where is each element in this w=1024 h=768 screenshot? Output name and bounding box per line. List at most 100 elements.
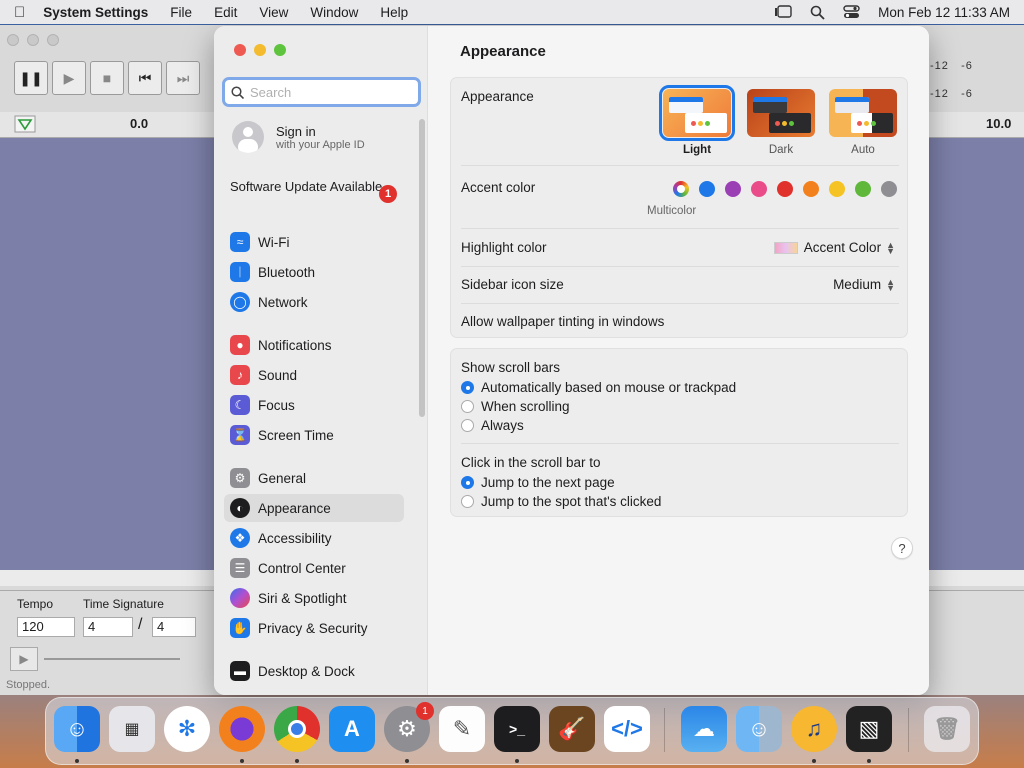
app-store-icon[interactable]: A xyxy=(329,706,375,752)
accent-green-swatch[interactable] xyxy=(855,181,871,197)
menu-app-name[interactable]: System Settings xyxy=(43,5,148,20)
accent-purple-swatch[interactable] xyxy=(725,181,741,197)
globe-icon: ◯ xyxy=(230,292,250,312)
radio-jump-to-spot[interactable]: Jump to the spot that's clicked xyxy=(461,494,661,509)
wifi-icon: ≈ xyxy=(230,232,250,252)
theme-dark-thumbnail[interactable] xyxy=(747,89,815,137)
hand-icon: ✋ xyxy=(230,618,250,638)
radio-scroll-always[interactable]: Always xyxy=(461,418,524,433)
piano-icon[interactable]: ▧ xyxy=(846,706,892,752)
sidebar-item-appearance[interactable]: ◐ Appearance xyxy=(224,494,404,522)
radio-jump-next-page[interactable]: Jump to the next page xyxy=(461,475,615,490)
running-indicator xyxy=(812,759,816,763)
radio-scroll-when-scrolling[interactable]: When scrolling xyxy=(461,399,570,414)
time-sig-numerator[interactable]: 4 xyxy=(83,617,133,637)
search-icon xyxy=(231,85,244,99)
firefox-icon[interactable] xyxy=(219,706,265,752)
appearance-panel: Appearance Light Dark Auto Accent color xyxy=(450,77,908,338)
time-sig-denominator[interactable]: 4 xyxy=(152,617,196,637)
weather-icon[interactable]: ☁ xyxy=(681,706,727,752)
accent-graphite-swatch[interactable] xyxy=(881,181,897,197)
icon-size-popup[interactable]: Medium ▲ ▼ xyxy=(833,277,895,292)
garageband-icon[interactable]: 🎸 xyxy=(549,706,595,752)
sidebar-item-accessibility[interactable]: ❖ Accessibility xyxy=(224,524,404,552)
search-box[interactable] xyxy=(222,77,421,107)
minimize-button[interactable] xyxy=(254,44,266,56)
sidebar-item-siri-spotlight[interactable]: Siri & Spotlight xyxy=(224,584,404,612)
sidebar-item-sound[interactable]: ♪ Sound xyxy=(224,361,404,389)
sidebar-scrollbar[interactable] xyxy=(419,119,425,417)
textedit-icon[interactable]: ✎ xyxy=(439,706,485,752)
safari-icon[interactable]: ✻ xyxy=(164,706,210,752)
divider xyxy=(461,266,899,267)
time-signature-label: Time Signature xyxy=(83,597,164,611)
apple-menu-icon[interactable]:  xyxy=(14,4,25,21)
vscode-icon[interactable]: </> xyxy=(604,706,650,752)
bg-zoom-button[interactable] xyxy=(47,34,59,46)
apple-id-signin[interactable]: Sign in with your Apple ID xyxy=(232,121,365,153)
close-button[interactable] xyxy=(234,44,246,56)
theme-light-thumbnail[interactable] xyxy=(659,85,735,141)
menu-view[interactable]: View xyxy=(259,5,288,20)
zoom-button[interactable] xyxy=(274,44,286,56)
play-button[interactable]: ▶ xyxy=(52,61,86,95)
theme-auto-thumbnail[interactable] xyxy=(829,89,897,137)
speed-slider[interactable] xyxy=(44,658,180,660)
radio-scroll-automatic[interactable]: Automatically based on mouse or trackpad xyxy=(461,380,736,395)
sidebar-item-bluetooth[interactable]: ᛁ Bluetooth xyxy=(224,258,404,286)
running-indicator xyxy=(515,759,519,763)
moon-icon: ☾ xyxy=(230,395,250,415)
main-pane: Appearance Appearance Light Dark Auto Ac… xyxy=(428,26,929,695)
sidebar-item-privacy-security[interactable]: ✋ Privacy & Security xyxy=(224,614,404,642)
sidebar-item-notifications[interactable]: ● Notifications xyxy=(224,331,404,359)
software-update-item[interactable]: Software Update Available xyxy=(230,179,400,195)
sidebar-item-general[interactable]: ⚙ General xyxy=(224,464,404,492)
pause-button[interactable]: ❚❚ xyxy=(14,61,48,95)
launchpad-icon[interactable]: ▦ xyxy=(109,706,155,752)
sidebar-item-focus[interactable]: ☾ Focus xyxy=(224,391,404,419)
highlight-color-popup[interactable]: Accent Color ▲ ▼ xyxy=(773,240,895,255)
terminal-icon[interactable]: >_ xyxy=(494,706,540,752)
menu-edit[interactable]: Edit xyxy=(214,5,237,20)
control-center-icon[interactable] xyxy=(843,5,860,19)
stop-button[interactable]: ■ xyxy=(90,61,124,95)
menu-help[interactable]: Help xyxy=(380,5,408,20)
bluetooth-icon: ᛁ xyxy=(230,262,250,282)
play-at-speed-button[interactable]: ▶ xyxy=(10,647,38,671)
stage-manager-icon[interactable] xyxy=(774,5,792,19)
playhead-icon[interactable] xyxy=(14,115,36,133)
finder-folder-icon[interactable]: ☺ xyxy=(736,706,782,752)
bg-close-button[interactable] xyxy=(7,34,19,46)
audacity-icon[interactable]: ♫ xyxy=(791,706,837,752)
chrome-icon[interactable] xyxy=(274,706,320,752)
accent-red-swatch[interactable] xyxy=(777,181,793,197)
theme-dark-label: Dark xyxy=(768,144,794,156)
finder-icon[interactable]: ☺ xyxy=(54,706,100,752)
skip-end-button[interactable]: ⏭ xyxy=(166,61,200,95)
trash-icon[interactable]: 🗑 xyxy=(924,706,970,752)
accent-yellow-swatch[interactable] xyxy=(829,181,845,197)
menu-clock[interactable]: Mon Feb 12 11:33 AM xyxy=(878,5,1010,20)
appearance-label: Appearance xyxy=(461,89,534,104)
dock-icon: ▬ xyxy=(230,661,250,681)
accent-pink-swatch[interactable] xyxy=(751,181,767,197)
dock: ☺ ▦ ✻ A ⚙ 1 ✎ >_ 🎸 </> ☁ ☺ ♫ ▧ 🗑 xyxy=(45,697,979,765)
bell-icon: ● xyxy=(230,335,250,355)
bg-minimize-button[interactable] xyxy=(27,34,39,46)
spotlight-icon[interactable] xyxy=(810,5,825,20)
tempo-field[interactable]: 120 xyxy=(17,617,75,637)
accent-multicolor-swatch[interactable] xyxy=(673,181,689,197)
speaker-icon: ♪ xyxy=(230,365,250,385)
sidebar-item-wifi[interactable]: ≈ Wi-Fi xyxy=(224,228,404,256)
sidebar-item-desktop-dock[interactable]: ▬ Desktop & Dock xyxy=(224,657,404,685)
menu-file[interactable]: File xyxy=(170,5,192,20)
accent-blue-swatch[interactable] xyxy=(699,181,715,197)
skip-start-button[interactable]: ⏮ xyxy=(128,61,162,95)
sidebar-item-control-center[interactable]: ☰ Control Center xyxy=(224,554,404,582)
help-button[interactable]: ? xyxy=(891,537,913,559)
sidebar-item-screen-time[interactable]: ⌛ Screen Time xyxy=(224,421,404,449)
menu-window[interactable]: Window xyxy=(310,5,358,20)
accent-orange-swatch[interactable] xyxy=(803,181,819,197)
sidebar-item-network[interactable]: ◯ Network xyxy=(224,288,404,316)
search-input[interactable] xyxy=(250,84,400,100)
